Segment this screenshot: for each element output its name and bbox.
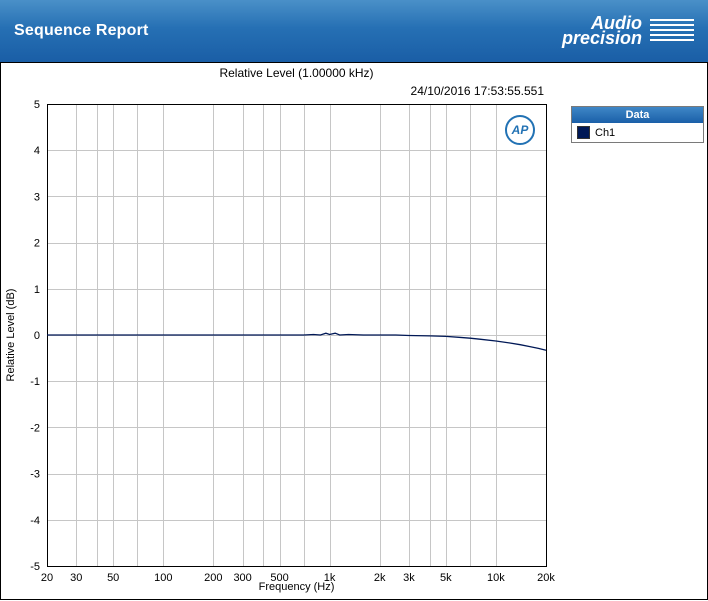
legend-header: Data <box>572 107 703 123</box>
y-tick-label: -4 <box>30 515 40 527</box>
window-title: Sequence Report <box>14 22 149 39</box>
equalizer-bars-icon <box>650 18 694 44</box>
audio-precision-wordmark: Audio precision <box>561 14 642 48</box>
y-tick-label: -2 <box>30 422 40 434</box>
logo-word-precision: precision <box>561 28 642 48</box>
y-tick-label: 2 <box>34 238 40 250</box>
ap-circle-logo-icon: AP <box>505 115 535 145</box>
chart-panel: Relative Level (1.00000 kHz) 24/10/2016 … <box>0 62 708 600</box>
y-tick-label: 4 <box>34 145 40 157</box>
audio-precision-logo: Audio precision <box>561 14 694 48</box>
plot-area: 20 30 50 100 200 300 500 1k 2k 3k 5k 10k 20k543210-1… <box>30 99 555 584</box>
y-tick-label: -3 <box>30 469 40 481</box>
title-bar: Sequence Report Audio precision <box>0 0 708 62</box>
y-tick-label: -1 <box>30 376 40 388</box>
y-axis-label: Relative Level (dB) <box>5 288 17 382</box>
y-tick-label: 1 <box>34 284 40 296</box>
legend-swatch-ch1 <box>577 126 590 139</box>
legend-label-ch1: Ch1 <box>595 126 616 139</box>
legend: Data Ch1 <box>571 106 704 143</box>
y-tick-label: -5 <box>30 561 40 573</box>
x-axis-label: Frequency (Hz) <box>258 581 335 593</box>
y-tick-label: 3 <box>34 191 40 203</box>
y-tick-label: 5 <box>34 99 40 111</box>
y-tick-label: 0 <box>34 330 40 342</box>
legend-row-ch1: Ch1 <box>572 123 703 142</box>
